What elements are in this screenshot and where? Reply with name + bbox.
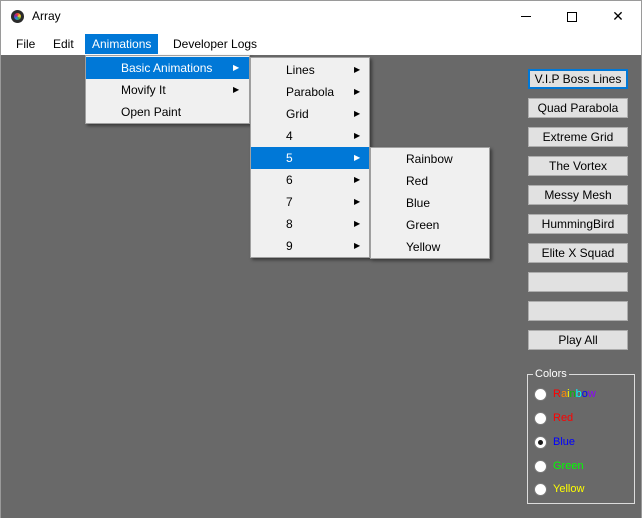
v-i-p-boss-lines-button[interactable]: V.I.P Boss Lines: [528, 69, 628, 89]
menu-item-label: 6: [286, 173, 293, 187]
menu-item-grid[interactable]: Grid ▶: [251, 103, 369, 125]
menu-item-9[interactable]: 9 ▶: [251, 235, 369, 257]
submenu-arrow-icon: ▶: [233, 63, 240, 72]
menu-item-parabola[interactable]: Parabola ▶: [251, 81, 369, 103]
radio-label: Yellow: [553, 483, 585, 495]
minimize-button[interactable]: [503, 1, 549, 32]
menu-item-label: Rainbow: [406, 152, 453, 166]
radio-blue[interactable]: Blue: [534, 434, 575, 450]
menu-item-lines[interactable]: Lines ▶: [251, 59, 369, 81]
radio-label: Blue: [553, 436, 576, 448]
menu-item-label: Movify It: [121, 83, 166, 97]
menu-item-label: 5: [286, 151, 293, 165]
colors-legend: Colors: [533, 368, 569, 380]
submenu-arrow-icon: ▶: [354, 241, 361, 250]
basic-animations-menu: Lines ▶ Parabola ▶ Grid ▶ 4 ▶ 5 ▶ 6 ▶ 7 ▶ 8 ▶ 9 ▶: [250, 57, 370, 258]
radio-label: Rainbow: [553, 388, 596, 400]
radio-button[interactable]: [534, 387, 547, 401]
menu-file[interactable]: File: [9, 34, 42, 54]
extreme-grid-button[interactable]: Extreme Grid: [528, 127, 628, 147]
submenu-arrow-icon: ▶: [354, 87, 361, 96]
menu-edit[interactable]: Edit: [46, 34, 81, 54]
title-bar: Array ✕: [1, 1, 641, 32]
menu-item-label: 7: [286, 195, 293, 209]
menu-item-basic-animations[interactable]: Basic Animations ▶: [86, 57, 249, 79]
submenu-arrow-icon: ▶: [354, 153, 361, 162]
radio-button[interactable]: [534, 482, 547, 496]
menu-item-label: Grid: [286, 107, 309, 121]
rainbow-letter: w: [587, 388, 596, 400]
menu-item-label: Open Paint: [121, 105, 182, 119]
play-all-button[interactable]: Play All: [528, 330, 628, 350]
messy-mesh-button[interactable]: Messy Mesh: [528, 185, 628, 205]
menu-item-movify-it[interactable]: Movify It ▶: [86, 79, 249, 101]
hummingbird-button[interactable]: HummingBird: [528, 214, 628, 234]
minimize-icon: [521, 16, 531, 17]
menu-item-7[interactable]: 7 ▶: [251, 191, 369, 213]
menu-item-green[interactable]: Green: [371, 214, 489, 236]
radio-button[interactable]: [534, 411, 547, 425]
radio-label: Green: [553, 460, 584, 472]
menu-item-8[interactable]: 8 ▶: [251, 213, 369, 235]
app-icon: [11, 10, 24, 23]
submenu-arrow-icon: ▶: [354, 175, 361, 184]
menu-item-label: Basic Animations: [121, 61, 213, 75]
menu-item-rainbow[interactable]: Rainbow: [371, 148, 489, 170]
menu-item-yellow[interactable]: Yellow: [371, 236, 489, 258]
menu-item-label: Red: [406, 174, 429, 188]
radio-button[interactable]: [534, 435, 547, 449]
menu-item-label: Parabola: [286, 85, 335, 99]
submenu-arrow-icon: ▶: [354, 65, 361, 74]
rainbow-letter: R: [553, 388, 561, 400]
radio-red[interactable]: Red: [534, 410, 573, 426]
menu-item-label: Green: [406, 218, 440, 232]
menu-item-label: Yellow: [406, 240, 441, 254]
submenu-arrow-icon: ▶: [233, 85, 240, 94]
submenu-arrow-icon: ▶: [354, 109, 361, 118]
app-window: Array ✕ File Edit Animations Developer L…: [0, 0, 642, 518]
radio-green[interactable]: Green: [534, 458, 584, 474]
menu-item-6[interactable]: 6 ▶: [251, 169, 369, 191]
window-title: Array: [32, 9, 61, 23]
animations-menu: Basic Animations ▶ Movify It ▶ Open Paint: [85, 55, 250, 124]
blank-8-button[interactable]: [528, 301, 628, 321]
quad-parabola-button[interactable]: Quad Parabola: [528, 98, 628, 118]
close-icon: ✕: [612, 8, 624, 24]
radio-rainbow[interactable]: Rainbow: [534, 386, 596, 402]
menu-item-open-paint[interactable]: Open Paint: [86, 101, 249, 123]
the-vortex-button[interactable]: The Vortex: [528, 156, 628, 176]
maximize-button[interactable]: [549, 1, 595, 32]
maximize-icon: [567, 11, 577, 22]
submenu-5: Rainbow Red Blue Green Yellow: [370, 147, 490, 259]
elite-x-squad-button[interactable]: Elite X Squad: [528, 243, 628, 263]
menu-item-label: Lines: [286, 63, 315, 77]
menu-item-5[interactable]: 5 ▶: [251, 147, 369, 169]
menu-animations[interactable]: Animations: [85, 34, 159, 54]
radio-label: Red: [553, 412, 574, 424]
submenu-arrow-icon: ▶: [354, 219, 361, 228]
menu-item-label: 9: [286, 239, 293, 253]
menu-item-label: 8: [286, 217, 293, 231]
submenu-arrow-icon: ▶: [354, 197, 361, 206]
menu-item-label: 4: [286, 129, 293, 143]
radio-button[interactable]: [534, 459, 547, 473]
menu-developer-logs[interactable]: Developer Logs: [166, 34, 264, 54]
radio-yellow[interactable]: Yellow: [534, 481, 584, 497]
menu-bar: File Edit Animations Developer Logs: [1, 32, 641, 55]
close-button[interactable]: ✕: [595, 1, 641, 32]
menu-item-red[interactable]: Red: [371, 170, 489, 192]
blank-7-button[interactable]: [528, 272, 628, 292]
submenu-arrow-icon: ▶: [354, 131, 361, 140]
menu-item-blue[interactable]: Blue: [371, 192, 489, 214]
menu-item-4[interactable]: 4 ▶: [251, 125, 369, 147]
menu-item-label: Blue: [406, 196, 431, 210]
